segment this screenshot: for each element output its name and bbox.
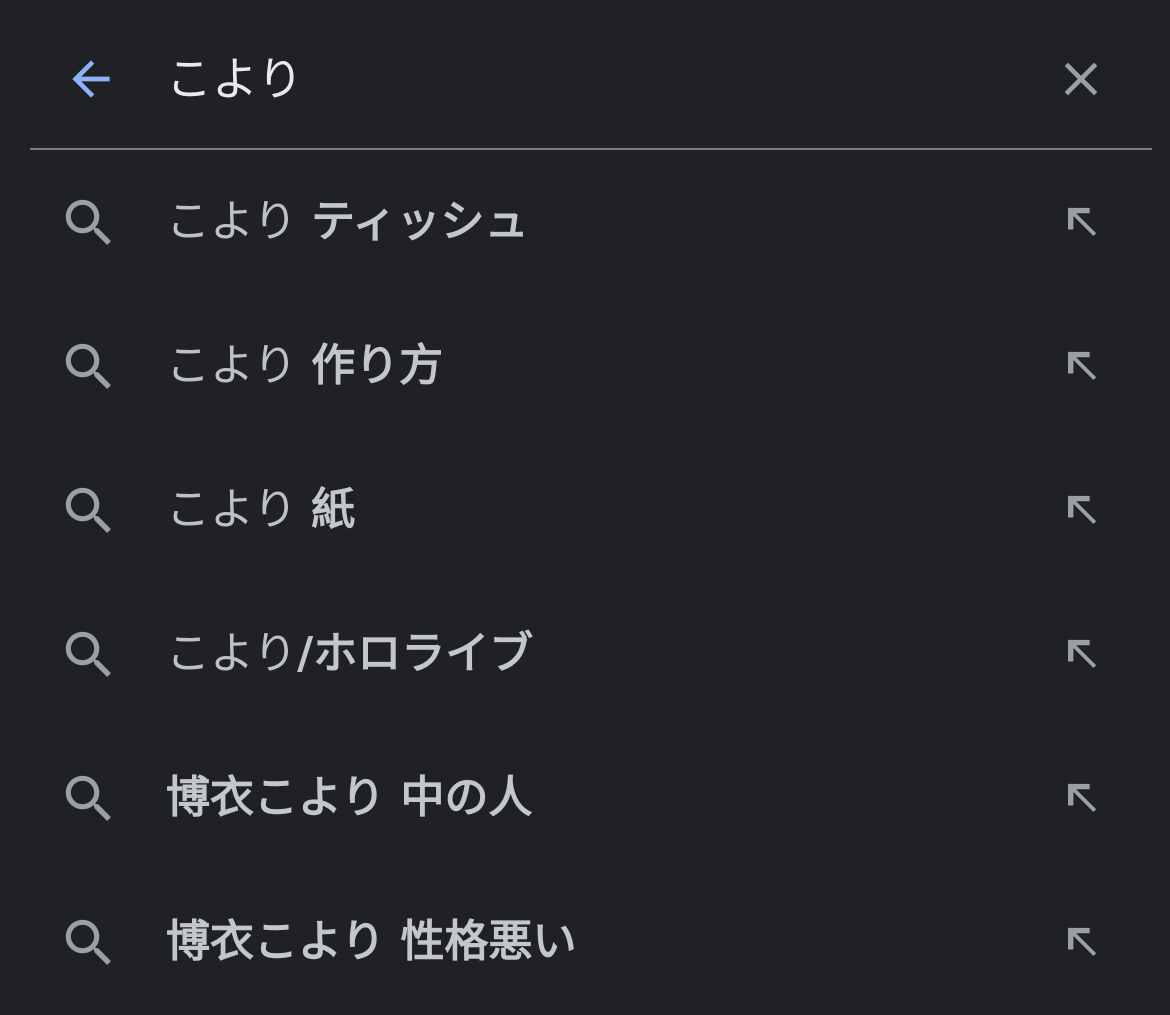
suggestion-text: 博衣こより 性格悪い (166, 910, 576, 974)
suggestion-item[interactable]: 博衣こより 中の人 (0, 726, 1170, 870)
suggestion-item[interactable]: こより ティッシュ (0, 150, 1170, 294)
suggestion-item[interactable]: こより 作り方 (0, 294, 1170, 438)
suggestion-prefix: こより (166, 628, 298, 679)
suggestion-list: こより ティッシュ こより 作り方 こより 紙 こより/ホロライブ 博衣こより … (0, 150, 1170, 1014)
arrow-back-icon (72, 60, 110, 98)
arrow-up-left-icon (1068, 207, 1097, 236)
suggestion-item[interactable]: こより 紙 (0, 438, 1170, 582)
suggestion-item[interactable]: 博衣こより 性格悪い (0, 870, 1170, 1014)
fill-query-button[interactable] (1046, 332, 1116, 402)
suggestion-prefix: こより (166, 196, 312, 247)
suggestion-prefix: こより (166, 340, 312, 391)
arrow-up-left-icon (1068, 927, 1097, 956)
fill-query-button[interactable] (1046, 764, 1116, 834)
suggestion-completion: ティッシュ (311, 196, 529, 247)
search-input[interactable] (166, 38, 986, 114)
fill-query-button[interactable] (1046, 908, 1116, 978)
suggestion-text: こより ティッシュ (166, 190, 528, 254)
clear-button[interactable] (1046, 44, 1116, 114)
search-icon (56, 334, 122, 400)
suggestion-completion: 博衣こより 性格悪い (166, 916, 577, 967)
suggestion-text: こより 紙 (166, 478, 355, 542)
close-icon (1064, 62, 1098, 96)
suggestion-item[interactable]: こより/ホロライブ (0, 582, 1170, 726)
search-icon (56, 910, 122, 976)
suggestion-text: こより/ホロライブ (166, 622, 533, 686)
search-icon (56, 622, 122, 688)
arrow-up-left-icon (1068, 351, 1097, 380)
search-icon (56, 190, 122, 256)
search-icon (56, 766, 122, 832)
suggestion-completion: 紙 (311, 484, 356, 535)
suggestion-completion: /ホロライブ (297, 628, 534, 679)
arrow-up-left-icon (1068, 639, 1097, 668)
back-button[interactable] (56, 44, 126, 114)
suggestion-text: 博衣こより 中の人 (166, 766, 532, 830)
suggestion-prefix: こより (166, 484, 312, 535)
search-icon (56, 478, 122, 544)
suggestion-completion: 作り方 (311, 340, 444, 391)
arrow-up-left-icon (1068, 495, 1097, 524)
suggestion-text: こより 作り方 (166, 334, 443, 398)
fill-query-button[interactable] (1046, 188, 1116, 258)
search-bar (0, 0, 1170, 150)
fill-query-button[interactable] (1046, 620, 1116, 690)
arrow-up-left-icon (1068, 783, 1097, 812)
fill-query-button[interactable] (1046, 476, 1116, 546)
suggestion-completion: 博衣こより 中の人 (166, 772, 533, 823)
